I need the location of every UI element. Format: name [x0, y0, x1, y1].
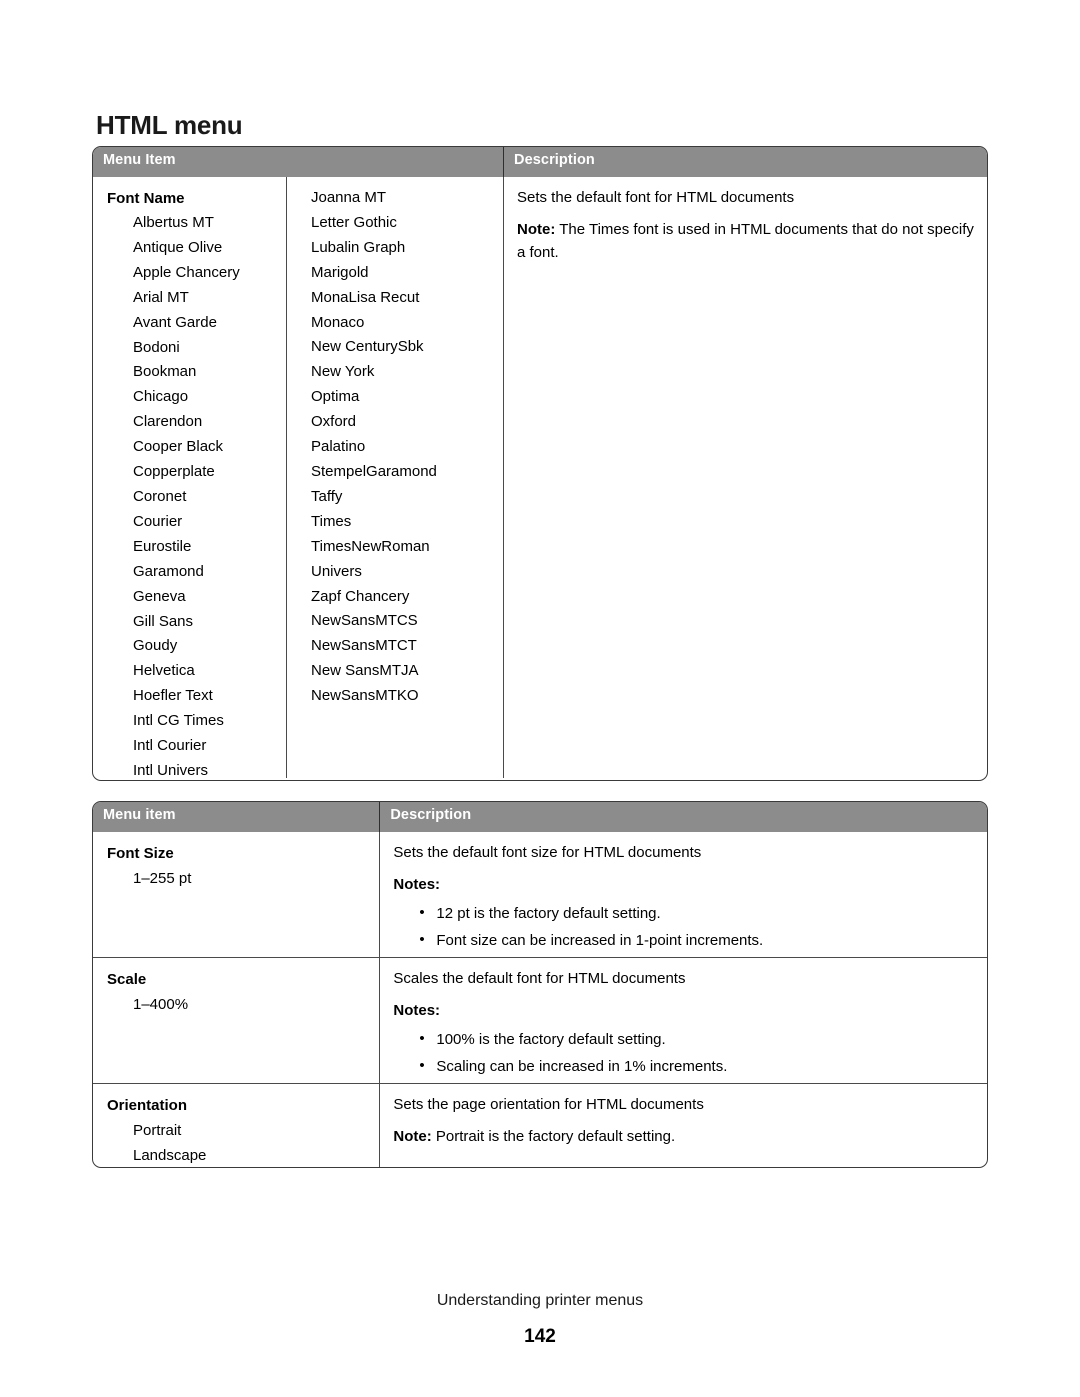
font-list-item: TimesNewRoman — [311, 537, 430, 555]
note-bullet-item: Font size can be increased in 1-point in… — [419, 926, 975, 954]
cell-description: Sets the default font size for HTML docu… — [379, 832, 987, 957]
table-row-orientation: Orientation Portrait Landscape Sets the … — [93, 1083, 987, 1167]
font-list-item: Hoefler Text — [133, 687, 213, 705]
font-list-item: NewSansMTKO — [311, 687, 419, 705]
note-bullet-item: 100% is the factory default setting. — [419, 1025, 975, 1053]
cell-menu-item-column-1: Font Name Albertus MT Antique Olive Apple … — [93, 177, 286, 780]
cell-menu-item: Orientation Portrait Landscape — [93, 1084, 379, 1167]
cell-description: Sets the default font for HTML documents… — [503, 177, 987, 778]
description-line: Sets the default font for HTML documents — [517, 189, 795, 206]
font-list-item: Palatino — [311, 438, 366, 456]
font-list-item: Copperplate — [133, 463, 215, 481]
font-list-item: Intl Univers — [133, 761, 209, 779]
menu-item-value-portrait: Portrait — [133, 1122, 182, 1139]
column-header-description: Description — [379, 802, 987, 832]
font-list-column-2: Joanna MT Letter Gothic Lubalin Graph Marig… — [311, 186, 491, 709]
cell-menu-item: Font Size 1–255 pt — [93, 832, 379, 957]
font-list-item: Helvetica — [133, 662, 195, 680]
font-list-item: Apple Chancery — [133, 263, 240, 281]
table-header-row: Menu Item Description — [93, 147, 987, 177]
font-list-item: Intl Courier — [133, 737, 207, 755]
note-text: The Times font is used in HTML documents… — [517, 221, 974, 261]
note-label: Note: — [517, 221, 556, 238]
font-list-item: Albertus MT — [133, 214, 214, 231]
notes-label: Notes: — [393, 1002, 441, 1019]
font-list-item: Eurostile — [133, 537, 192, 555]
font-list-item: Courier — [133, 512, 183, 530]
menu-item-group-label: Font Name — [107, 190, 185, 207]
font-list-item: StempelGaramond — [311, 462, 437, 480]
notes-list: 12 pt is the factory default setting.Fon… — [393, 899, 975, 954]
table-row-font-size: Font Size 1–255 pt Sets the default font… — [93, 832, 987, 957]
font-list-item: Bodoni — [133, 338, 180, 356]
notes-label: Notes: — [393, 876, 441, 893]
table-header-row: Menu item Description — [93, 802, 987, 832]
note-bullet-item: 12 pt is the factory default setting. — [419, 899, 975, 927]
footer-section-title: Understanding printer menus — [436, 1292, 644, 1309]
description-line: Sets the page orientation for HTML docum… — [393, 1096, 704, 1113]
font-list-item: Gill Sans — [133, 612, 194, 630]
menu-item-name: Font Size — [107, 845, 174, 862]
font-name-table: Menu Item Description Font Name Albertus… — [92, 146, 988, 781]
font-list-item: Garamond — [133, 562, 204, 580]
font-list-item: Avant Garde — [133, 313, 217, 331]
menu-item-value-landscape: Landscape — [133, 1147, 207, 1164]
font-list-item: Optima — [311, 388, 360, 406]
html-settings-table: Menu item Description Font Size 1–255 pt… — [92, 801, 988, 1168]
font-list-item: New CenturySbk — [311, 338, 424, 356]
cell-description: Scales the default font for HTML documen… — [379, 958, 987, 1083]
font-list-item: Arial MT — [133, 288, 189, 306]
font-list-item: Geneva — [133, 587, 186, 605]
font-list-item: Letter Gothic — [311, 213, 397, 231]
column-header-menu-item: Menu item — [103, 807, 176, 823]
font-list-item: Oxford — [311, 413, 357, 431]
font-list-item: Bookman — [133, 363, 197, 381]
font-list-item: Monaco — [311, 313, 365, 331]
font-list-item: New York — [311, 363, 375, 381]
font-list-item: Times — [311, 512, 352, 530]
font-list-item: NewSansMTCS — [311, 612, 418, 630]
font-list-item: NewSansMTCT — [311, 637, 417, 655]
font-list-item: Univers — [311, 562, 362, 580]
font-list-item: New SansMTJA — [311, 662, 419, 680]
font-list-item: Clarendon — [133, 413, 203, 431]
font-list-item: MonaLisa Recut — [311, 288, 420, 306]
font-list-item: Coronet — [133, 487, 187, 505]
font-list-item: Intl CG Times — [133, 712, 224, 730]
description-note: Note: Portrait is the factory default se… — [393, 1125, 975, 1148]
description-line: Scales the default font for HTML documen… — [393, 970, 686, 987]
font-list-item: Joanna MT — [311, 189, 387, 206]
font-list-column-1: Albertus MT Antique Olive Apple Chancery Ar… — [107, 211, 274, 780]
menu-item-value: 1–400% — [133, 996, 189, 1013]
footer-page-number: 142 — [524, 1326, 556, 1347]
table-row-scale: Scale 1–400% Scales the default font for… — [93, 957, 987, 1083]
font-list-item: Antique Olive — [133, 238, 223, 256]
font-list-item: Taffy — [311, 487, 343, 505]
note-bullet-item: Scaling can be increased in 1% increment… — [419, 1052, 975, 1080]
column-header-menu-item: Menu Item — [103, 152, 176, 168]
menu-item-value: 1–255 pt — [133, 870, 192, 887]
notes-list: 100% is the factory default setting.Scal… — [393, 1025, 975, 1080]
cell-menu-item: Scale 1–400% — [93, 958, 379, 1083]
menu-item-name: Orientation — [107, 1097, 188, 1114]
font-list-item: Chicago — [133, 388, 189, 406]
cell-description: Sets the page orientation for HTML docum… — [379, 1084, 987, 1167]
menu-item-name: Scale — [107, 971, 147, 988]
font-list-item: Lubalin Graph — [311, 238, 406, 256]
page-title: HTML menu — [96, 110, 243, 141]
cell-menu-item-column-2: Joanna MT Letter Gothic Lubalin Graph Marig… — [286, 177, 503, 778]
font-list-item: Marigold — [311, 263, 369, 281]
description-line: Sets the default font size for HTML docu… — [393, 844, 702, 861]
font-list-item: Zapf Chancery — [311, 587, 410, 605]
note-label: Note: — [393, 1128, 432, 1145]
table-row: Font Name Albertus MT Antique Olive Apple … — [93, 177, 987, 780]
document-page: HTML menu Menu Item Description Font Nam… — [0, 0, 1080, 1397]
column-header-description: Description — [503, 147, 987, 177]
note-text: Portrait is the factory default setting. — [431, 1128, 676, 1145]
description-note: Note: The Times font is used in HTML doc… — [517, 218, 975, 264]
font-list-item: Goudy — [133, 637, 178, 655]
font-list-item: Cooper Black — [133, 438, 224, 456]
